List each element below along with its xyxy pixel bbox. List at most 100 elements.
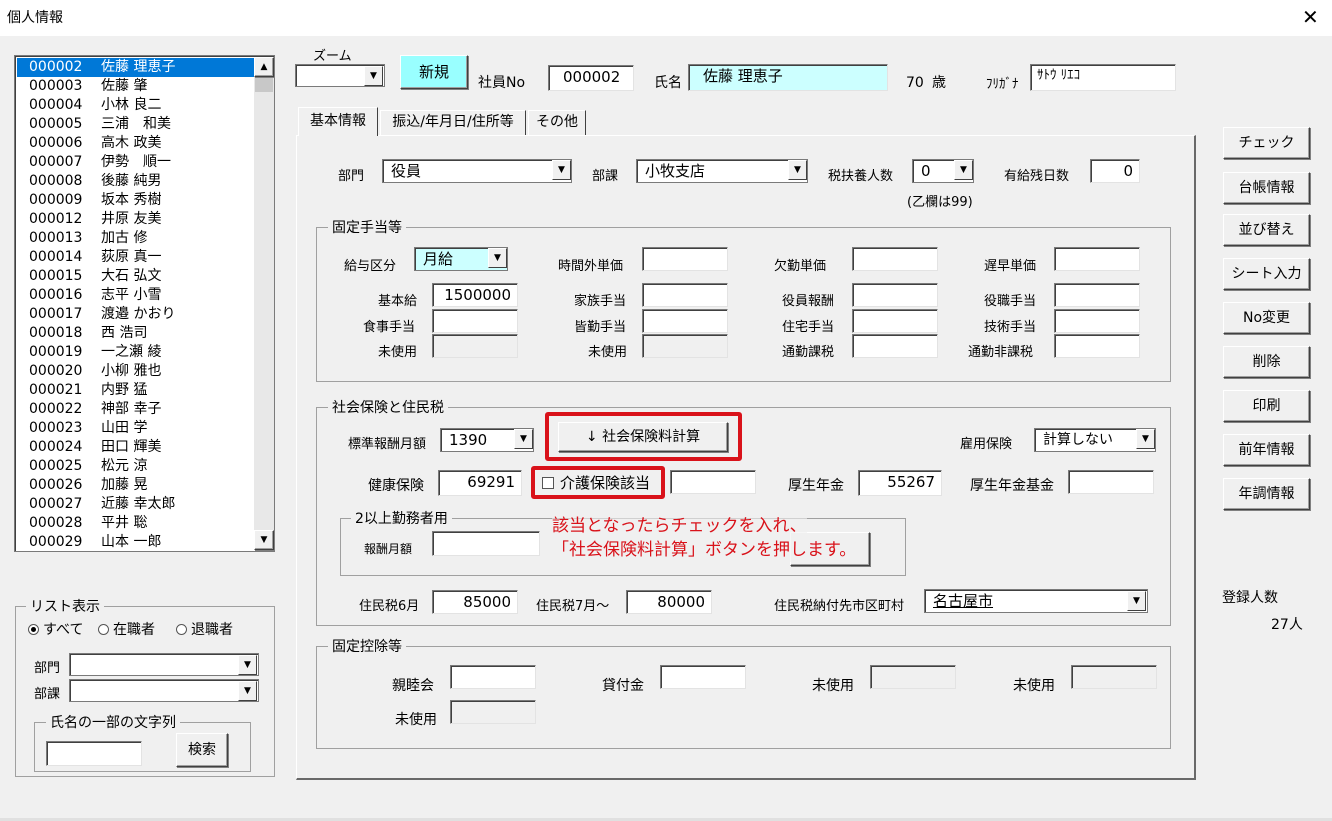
chevron-down-icon[interactable]: ▼ bbox=[1127, 591, 1146, 611]
name-field[interactable]: 佐藤 理恵子 bbox=[688, 64, 888, 91]
list-item[interactable]: 000016 志平 小雪 bbox=[17, 286, 254, 305]
list-item[interactable]: 000007 伊勢 順一 bbox=[17, 153, 254, 172]
scroll-thumb[interactable] bbox=[255, 78, 273, 92]
chevron-down-icon[interactable]: ▼ bbox=[238, 655, 257, 675]
chevron-down-icon[interactable]: ▼ bbox=[1136, 429, 1155, 449]
employee-name: 後藤 純男 bbox=[101, 173, 162, 189]
deduction-unused-field-1 bbox=[870, 665, 956, 689]
tab-basic[interactable]: 基本情報 bbox=[298, 107, 378, 136]
radio-retired-icon[interactable] bbox=[176, 624, 187, 635]
chevron-down-icon[interactable]: ▼ bbox=[364, 66, 383, 86]
list-item[interactable]: 000018 西 浩司 bbox=[17, 324, 254, 343]
radio-all-icon[interactable] bbox=[28, 624, 39, 635]
attendance-field[interactable] bbox=[642, 309, 728, 333]
list-item[interactable]: 000019 一之瀬 綾 bbox=[17, 343, 254, 362]
family-field[interactable] bbox=[642, 283, 728, 307]
side-button-8[interactable]: 年調情報 bbox=[1223, 478, 1310, 510]
list-item[interactable]: 000017 渡邉 かおり bbox=[17, 305, 254, 324]
list-item[interactable]: 000026 加藤 晃 bbox=[17, 476, 254, 495]
list-item[interactable]: 000024 田口 輝美 bbox=[17, 438, 254, 457]
side-button-0[interactable]: チェック bbox=[1223, 127, 1310, 159]
list-item[interactable]: 000003 佐藤 肇 bbox=[17, 77, 254, 96]
side-button-3[interactable]: シート入力 bbox=[1223, 258, 1310, 290]
list-item[interactable]: 000015 大石 弘文 bbox=[17, 267, 254, 286]
chevron-down-icon[interactable]: ▼ bbox=[488, 248, 507, 268]
list-item[interactable]: 000006 高木 政美 bbox=[17, 134, 254, 153]
radio-employed[interactable]: 在職者 bbox=[98, 621, 155, 639]
list-item[interactable]: 000028 平井 聡 bbox=[17, 514, 254, 533]
skill-field[interactable] bbox=[1054, 309, 1140, 333]
zoom-combo[interactable]: ▼ bbox=[295, 64, 385, 87]
scroll-down-icon[interactable]: ▼ bbox=[254, 530, 274, 550]
employee-name: 伊勢 順一 bbox=[101, 154, 171, 170]
list-item[interactable]: 000020 小柳 雅也 bbox=[17, 362, 254, 381]
search-button[interactable]: 検索 bbox=[176, 733, 228, 767]
new-button[interactable]: 新規 bbox=[400, 55, 468, 89]
list-item[interactable]: 000021 内野 猛 bbox=[17, 381, 254, 400]
multi-monthly-field[interactable] bbox=[432, 531, 540, 556]
tab-transfer[interactable]: 振込/年月日/住所等 bbox=[380, 110, 526, 135]
resident-june-field[interactable]: 85000 bbox=[432, 590, 518, 614]
chevron-down-icon[interactable]: ▼ bbox=[514, 429, 533, 449]
list-item[interactable]: 000008 後藤 純男 bbox=[17, 172, 254, 191]
side-button-1[interactable]: 台帳情報 bbox=[1223, 172, 1310, 204]
position-field[interactable] bbox=[1054, 283, 1140, 307]
officer-field[interactable] bbox=[852, 283, 938, 307]
list-dept-combo[interactable]: ▼ bbox=[69, 653, 259, 676]
side-button-7[interactable]: 前年情報 bbox=[1223, 434, 1310, 466]
employee-no-field[interactable]: 000002 bbox=[548, 65, 634, 91]
employee-id: 000009 bbox=[29, 192, 83, 208]
overtime-field[interactable] bbox=[642, 247, 728, 271]
name-search-input[interactable] bbox=[46, 741, 142, 766]
list-item[interactable]: 000029 山本 一郎 bbox=[17, 533, 254, 549]
commute-nontax-field[interactable] bbox=[1054, 334, 1140, 358]
late-field[interactable] bbox=[1054, 247, 1140, 271]
commute-tax-field[interactable] bbox=[852, 334, 938, 358]
side-button-6[interactable]: 印刷 bbox=[1223, 390, 1310, 422]
pension-field[interactable]: 55267 bbox=[858, 470, 942, 496]
resident-july-field[interactable]: 80000 bbox=[626, 590, 712, 614]
health-field[interactable]: 69291 bbox=[438, 470, 522, 496]
list-item[interactable]: 000025 松元 涼 bbox=[17, 457, 254, 476]
kana-field[interactable]: ｻﾄｳ ﾘｴｺ bbox=[1030, 64, 1176, 91]
employee-id: 000020 bbox=[29, 363, 83, 379]
list-item[interactable]: 000009 坂本 秀樹 bbox=[17, 191, 254, 210]
side-button-4[interactable]: No変更 bbox=[1223, 302, 1310, 334]
base-salary-field[interactable]: 1500000 bbox=[432, 283, 518, 307]
mutual-field[interactable] bbox=[450, 665, 536, 689]
housing-field[interactable] bbox=[852, 309, 938, 333]
list-item[interactable]: 000027 近藤 幸太郎 bbox=[17, 495, 254, 514]
employee-listbox[interactable]: 000002 佐藤 理恵子 000003 佐藤 肇 000004 小林 良二 000005 三… bbox=[14, 55, 275, 552]
list-item[interactable]: 000004 小林 良二 bbox=[17, 96, 254, 115]
absence-field[interactable] bbox=[852, 247, 938, 271]
list-scrollbar[interactable]: ▲ ▼ bbox=[254, 57, 274, 550]
radio-retired[interactable]: 退職者 bbox=[176, 621, 233, 639]
list-item[interactable]: 000012 井原 友美 bbox=[17, 210, 254, 229]
loan-field[interactable] bbox=[660, 665, 746, 689]
scroll-up-icon[interactable]: ▲ bbox=[254, 57, 274, 77]
list-item[interactable]: 000023 山田 学 bbox=[17, 419, 254, 438]
chevron-down-icon[interactable]: ▼ bbox=[954, 160, 973, 180]
list-item[interactable]: 000002 佐藤 理恵子 bbox=[17, 58, 254, 77]
side-button-2[interactable]: 並び替え bbox=[1223, 214, 1310, 246]
health-label: 健康保険 bbox=[368, 478, 424, 494]
chevron-down-icon[interactable]: ▼ bbox=[552, 160, 571, 180]
resident-city-combo[interactable]: 名古屋市 ▼ bbox=[924, 589, 1148, 613]
chevron-down-icon[interactable]: ▼ bbox=[788, 160, 807, 180]
paid-leave-field[interactable]: 0 bbox=[1090, 159, 1140, 183]
tab-other[interactable]: その他 bbox=[528, 110, 586, 135]
list-item[interactable]: 000013 加古 修 bbox=[17, 229, 254, 248]
list-item[interactable]: 000005 三浦 和美 bbox=[17, 115, 254, 134]
pension-fund-field[interactable] bbox=[1068, 470, 1154, 494]
list-section-combo[interactable]: ▼ bbox=[69, 679, 259, 702]
list-dept-label: 部門 bbox=[34, 661, 61, 676]
list-item[interactable]: 000022 神部 幸子 bbox=[17, 400, 254, 419]
list-item[interactable]: 000014 荻原 真一 bbox=[17, 248, 254, 267]
meal-field[interactable] bbox=[432, 309, 518, 333]
close-icon[interactable]: ✕ bbox=[1302, 7, 1319, 27]
side-button-5[interactable]: 削除 bbox=[1223, 346, 1310, 378]
chevron-down-icon[interactable]: ▼ bbox=[238, 681, 257, 701]
radio-employed-icon[interactable] bbox=[98, 624, 109, 635]
care-field[interactable] bbox=[670, 470, 756, 494]
radio-all[interactable]: すべて bbox=[28, 621, 83, 639]
